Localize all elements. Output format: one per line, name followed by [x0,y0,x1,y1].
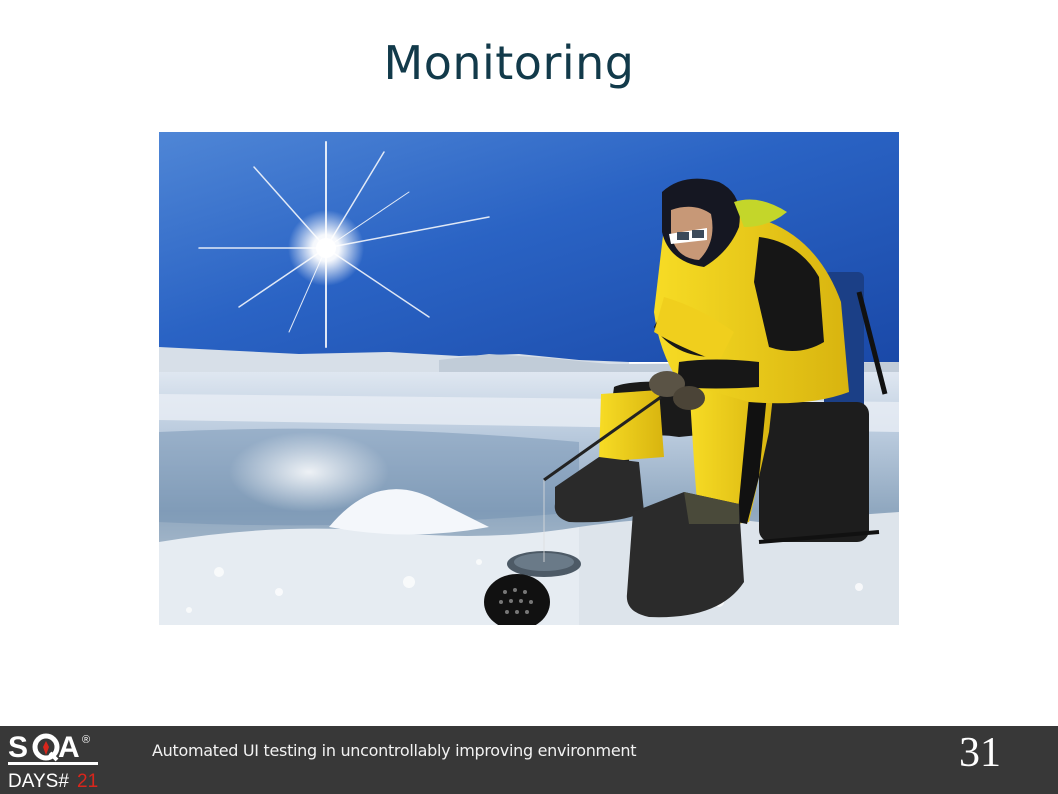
svg-text:21: 21 [77,771,98,791]
svg-text:A: A [58,731,80,764]
ice-fishing-photo [159,132,899,625]
slide-title: Monitoring [383,36,635,90]
slide: Monitoring S A ® DAYS# 21 Automated UI t… [0,0,1058,794]
sqa-days-logo: S A ® DAYS# 21 [6,729,102,792]
svg-text:®: ® [82,734,90,746]
footer-talk-title: Automated UI testing in uncontrollably i… [152,741,637,760]
slide-page-number: 31 [959,730,1001,776]
svg-text:DAYS#: DAYS# [8,771,69,791]
footer-bar: S A ® DAYS# 21 Automated UI testing in u… [0,726,1058,794]
svg-text:S: S [8,731,28,764]
